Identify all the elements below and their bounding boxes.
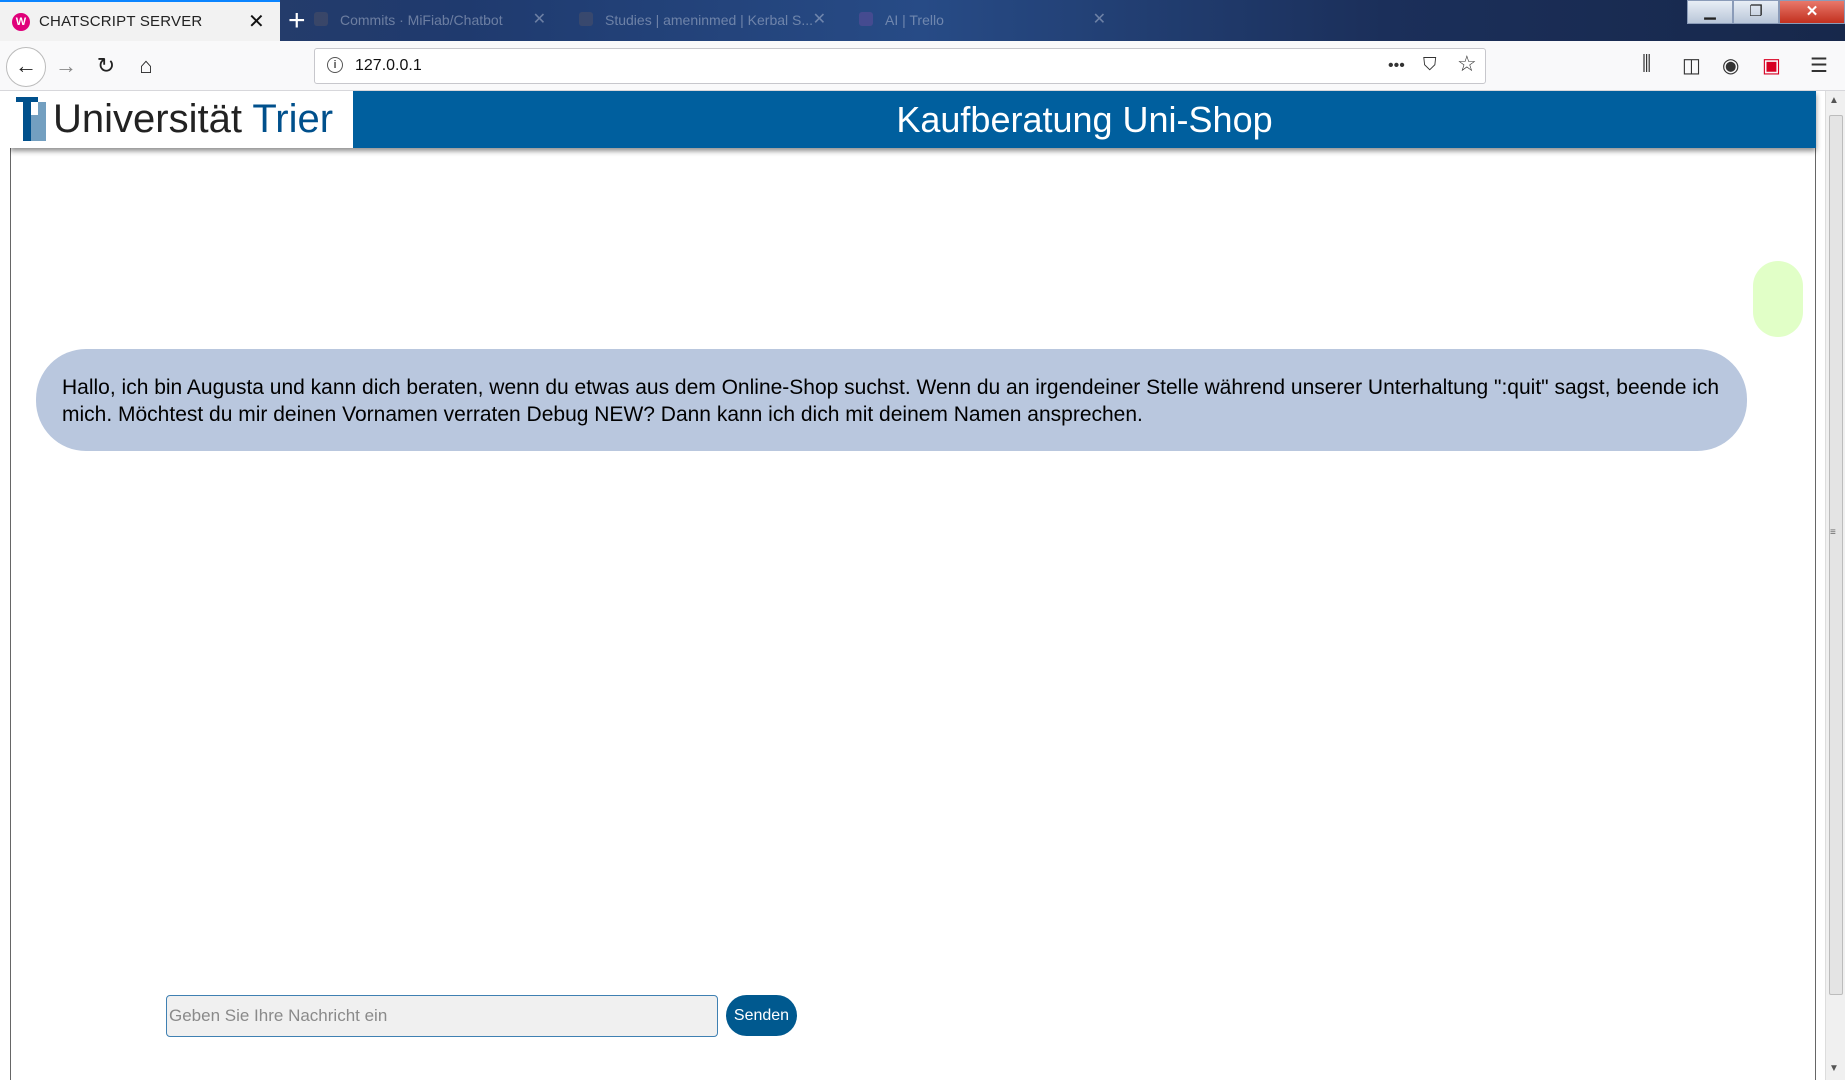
reload-button[interactable]: ↻ [89,49,123,83]
background-tab[interactable]: Studies | ameninmed | Kerbal S... ✕ [565,0,840,41]
tab-close-icon[interactable]: ✕ [813,9,826,29]
scrollbar-grip-icon: ≡ [1830,527,1836,538]
page-title: Kaufberatung Uni-Shop [896,99,1273,140]
send-button[interactable]: Senden [726,995,797,1036]
tab-title: AI | Trello [885,12,944,28]
background-tab[interactable]: Commits · MiFiab/Chatbot ✕ [300,0,560,41]
university-logo-icon [16,97,46,141]
close-window-button[interactable]: ✕ [1779,0,1845,24]
logo-word-universitat: Universität [53,97,242,141]
page-content: Universität Trier Kaufberatung Uni-Shop … [10,91,1825,1080]
page-actions-icon[interactable]: ••• [1388,57,1405,75]
browser-nav-bar: ← → ↻ ⌂ i 127.0.0.1 ••• ⛉ ☆ ⫼ ◫ ◉ ▣ ☰ [0,41,1845,91]
url-text[interactable]: 127.0.0.1 [355,57,422,75]
chat-frame [10,91,1816,1080]
home-button[interactable]: ⌂ [129,49,163,83]
page-scrollbar[interactable]: ▲ ≡ ▼ [1825,91,1845,1080]
back-button[interactable]: ← [6,47,46,87]
message-input[interactable] [166,995,718,1037]
pocket-icon[interactable]: ⛉ [1423,54,1437,75]
sidebar-icon[interactable]: ◫ [1682,53,1701,78]
scroll-up-icon[interactable]: ▲ [1829,95,1839,106]
tab-favicon-icon [314,12,328,26]
maximize-button[interactable]: ❐ [1733,0,1779,24]
menu-icon[interactable]: ☰ [1810,53,1828,78]
library-icon[interactable]: ⫼ [1642,53,1651,76]
extension-icon[interactable]: ▣ [1762,53,1781,78]
tab-close-icon[interactable]: ✕ [1093,9,1106,29]
scroll-down-icon[interactable]: ▼ [1829,1063,1839,1074]
tab-chatscript-server[interactable]: W CHATSCRIPT SERVER ✕ [0,0,280,41]
tab-favicon-icon: W [12,13,30,31]
bookmark-star-icon[interactable]: ☆ [1457,51,1477,77]
site-info-icon[interactable]: i [327,57,343,73]
window-controls: ▁ ❐ ✕ [1687,0,1845,26]
forward-button[interactable]: → [49,49,83,83]
tab-close-icon[interactable]: ✕ [533,9,546,29]
logo-word-trier: Trier [252,97,334,141]
user-message-bubble [1753,261,1803,337]
tab-favicon-icon [859,12,873,26]
site-header: Universität Trier Kaufberatung Uni-Shop [10,91,1816,148]
tab-favicon-icon [579,12,593,26]
tab-close-icon[interactable]: ✕ [248,9,265,34]
address-bar[interactable]: i 127.0.0.1 ••• ⛉ ☆ [314,48,1486,84]
scrollbar-thumb[interactable] [1829,115,1843,995]
minimize-button[interactable]: ▁ [1687,0,1733,24]
background-tab[interactable]: AI | Trello ✕ [845,0,1120,41]
bot-message-bubble: Hallo, ich bin Augusta und kann dich ber… [36,349,1747,451]
browser-tab-bar: W CHATSCRIPT SERVER ✕ + Commits · MiFiab… [0,0,1845,41]
tab-title: Commits · MiFiab/Chatbot [340,12,503,28]
logo-wordmark: Universität Trier [53,97,333,142]
tab-title: CHATSCRIPT SERVER [39,13,203,30]
account-icon[interactable]: ◉ [1722,53,1739,78]
university-logo: Universität Trier [10,91,353,148]
tab-title: Studies | ameninmed | Kerbal S... [605,12,814,28]
